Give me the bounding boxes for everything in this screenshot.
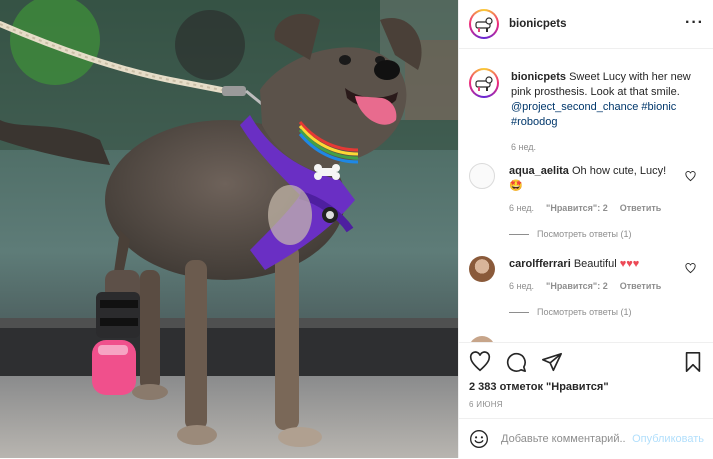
comment-likes[interactable]: "Нравится": 2 [546, 203, 608, 213]
comment-input[interactable] [501, 433, 626, 445]
divider [509, 311, 529, 313]
action-icons [469, 351, 563, 373]
post-photo[interactable] [0, 0, 458, 458]
comment-emoji: ♥♥♥ [619, 258, 640, 270]
comment-likes[interactable]: "Нравится": 2 [546, 281, 608, 291]
bookmark-icon[interactable] [682, 351, 704, 373]
bionicpets-logo-icon [475, 17, 493, 32]
post-sidebar: bionicpets ··· bionicpets Sweet Lucy wit… [458, 0, 713, 458]
comment-body: Beautiful [573, 258, 617, 270]
commenter-username[interactable]: aqua_aelita [509, 165, 569, 177]
heart-icon[interactable] [685, 171, 696, 182]
comment-text: carolfferrari Beautiful ♥♥♥ [509, 257, 679, 272]
post-actions: 2 383 отметок "Нравится" 6 ИЮНЯ Опублико… [459, 342, 713, 458]
more-horizontal-icon[interactable]: ··· [685, 15, 704, 31]
comment-age: 6 нед. [509, 203, 535, 213]
commenter-username[interactable]: carolfferrari [509, 258, 571, 270]
caption-hashtag[interactable]: #bionic [641, 101, 676, 113]
heart-icon[interactable] [685, 263, 696, 274]
comments-list: bionicpets Sweet Lucy with her new pink … [459, 50, 713, 342]
caption-mention[interactable]: @project_second_chance [511, 101, 638, 113]
commenter-avatar[interactable] [469, 256, 495, 282]
post-date[interactable]: 6 ИЮНЯ [469, 400, 503, 409]
divider [509, 233, 529, 235]
caption-age: 6 нед. [511, 142, 537, 152]
caption-text: bionicpets Sweet Lucy with her new pink … [511, 70, 709, 155]
author-username[interactable]: bionicpets [509, 18, 567, 30]
view-replies-button[interactable]: Посмотреть ответы (1) [509, 229, 632, 239]
comment-age: 6 нед. [509, 281, 535, 291]
comment-icon[interactable] [505, 351, 527, 373]
bionicpets-logo-icon [475, 76, 493, 91]
publish-button[interactable]: Опубликовать [632, 433, 704, 445]
share-icon[interactable] [541, 351, 563, 373]
view-replies-label: Посмотреть ответы (1) [537, 229, 632, 239]
caption-username[interactable]: bionicpets [511, 71, 566, 83]
comment-text: aqua_aelita Oh how cute, Lucy! 🤩 [509, 164, 679, 194]
comment-body: Oh how cute, Lucy! [571, 165, 667, 177]
add-comment-bar: Опубликовать [459, 418, 713, 459]
reply-button[interactable]: Ответить [620, 281, 662, 291]
smiley-icon[interactable] [469, 429, 489, 449]
caption-hashtag[interactable]: #robodog [511, 116, 558, 128]
comment-emoji: 🤩 [509, 180, 523, 192]
dog-photo-illustration [0, 0, 458, 458]
instagram-post: bionicpets ··· bionicpets Sweet Lucy wit… [0, 0, 713, 458]
comment-meta: 6 нед. "Нравится": 2 Ответить [509, 281, 661, 291]
view-replies-label: Посмотреть ответы (1) [537, 307, 632, 317]
author-avatar[interactable] [469, 9, 499, 39]
caption-avatar[interactable] [469, 68, 499, 98]
heart-icon[interactable] [469, 351, 491, 373]
commenter-avatar[interactable] [469, 163, 495, 189]
comment-meta: 6 нед. "Нравится": 2 Ответить [509, 203, 661, 213]
post-header: bionicpets ··· [459, 0, 713, 49]
view-replies-button[interactable]: Посмотреть ответы (1) [509, 307, 632, 317]
reply-button[interactable]: Ответить [620, 203, 662, 213]
like-count[interactable]: 2 383 отметок "Нравится" [469, 381, 609, 393]
